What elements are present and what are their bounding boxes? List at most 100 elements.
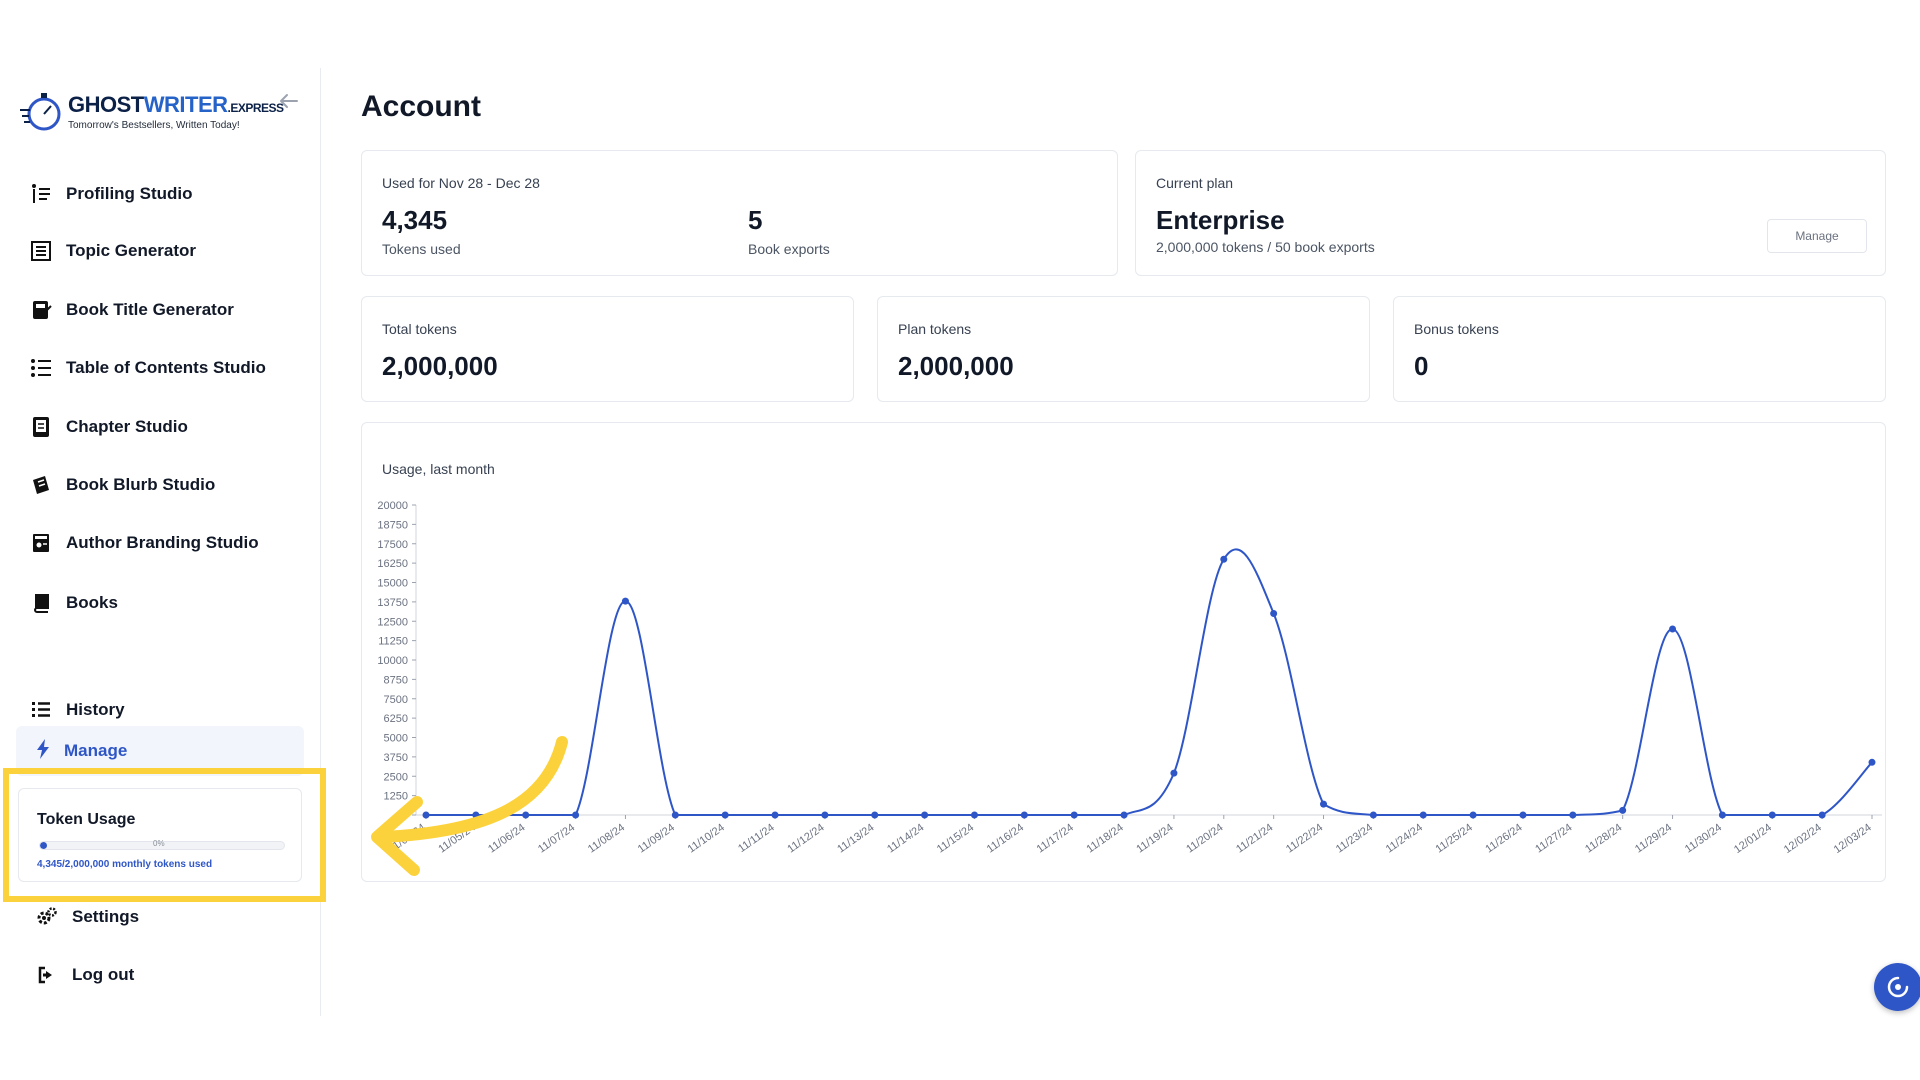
bonus-tokens-value: 0 [1414, 351, 1429, 381]
usage-data-point [1519, 811, 1527, 819]
sidebar-item-settings[interactable]: Settings [34, 897, 139, 937]
plan-tokens-value: 2,000,000 [898, 351, 1014, 381]
logout-icon [34, 962, 60, 988]
tokens-used-label: Tokens used [382, 241, 461, 257]
x-tick-label: 11/18/24 [1084, 822, 1125, 856]
x-tick-label: 11/13/24 [835, 822, 876, 856]
brand-logo[interactable]: GHOSTWRITER.EXPRESS Tomorrow's Bestselle… [20, 88, 284, 138]
usage-data-point [1818, 811, 1826, 819]
list-icon [28, 697, 54, 723]
brand-tagline: Tomorrow's Bestsellers, Written Today! [68, 120, 240, 131]
annotation-highlight-box [3, 768, 326, 902]
usage-data-point [1718, 811, 1726, 819]
tokens-used-value: 4,345 [382, 205, 448, 235]
total-tokens-label: Total tokens [382, 321, 457, 337]
x-tick-label: 11/14/24 [885, 822, 926, 856]
sidebar-item-author-branding-studio[interactable]: Author Branding Studio [28, 523, 259, 563]
manage-plan-button[interactable]: Manage [1767, 219, 1867, 253]
usage-data-point [771, 811, 779, 819]
usage-data-point [1369, 811, 1377, 819]
x-tick-label: 11/08/24 [586, 822, 627, 856]
sidebar-item-book-title-generator[interactable]: Book Title Generator [28, 290, 234, 330]
total-tokens-value: 2,000,000 [382, 351, 498, 381]
arrow-left-icon [280, 94, 298, 108]
y-tick-label: 7500 [384, 694, 408, 706]
y-tick-label: 8750 [384, 674, 408, 686]
usage-data-point [621, 597, 629, 605]
book-icon [28, 590, 54, 616]
sidebar-item-label: Topic Generator [66, 241, 197, 260]
sidebar-item-label: Author Branding Studio [66, 533, 259, 552]
usage-data-point [1669, 625, 1677, 633]
sidebar-item-table-of-contents-studio[interactable]: Table of Contents Studio [28, 348, 266, 388]
y-tick-label: 20000 [377, 500, 408, 512]
y-tick-label: 10000 [377, 655, 408, 667]
x-tick-label: 11/26/24 [1483, 822, 1524, 856]
sidebar-item-label: Books [66, 593, 118, 612]
x-tick-label: 11/22/24 [1284, 822, 1325, 856]
x-tick-label: 11/29/24 [1633, 822, 1674, 856]
y-tick-label: 11250 [378, 636, 408, 648]
y-tick-label: 15000 [377, 578, 408, 590]
sidebar-item-label: Book Title Generator [66, 300, 234, 319]
branding-icon [28, 530, 54, 556]
y-tick-label: 18750 [377, 519, 408, 531]
collapse-sidebar-button[interactable] [276, 88, 302, 114]
sidebar-item-label: Table of Contents Studio [66, 358, 266, 377]
x-tick-label: 11/28/24 [1583, 822, 1624, 856]
sidebar-item-logout[interactable]: Log out [34, 955, 134, 995]
y-tick-label: 6250 [384, 713, 408, 725]
sidebar-item-label: Book Blurb Studio [66, 475, 216, 494]
x-tick-label: 12/02/24 [1782, 822, 1824, 856]
plan-tokens-card: Plan tokens 2,000,000 [877, 296, 1370, 402]
chat-support-button[interactable] [1874, 963, 1920, 1011]
x-tick-label: 11/15/24 [935, 822, 976, 856]
chat-icon [1887, 976, 1909, 998]
sidebar-item-books[interactable]: Books [28, 583, 118, 623]
x-tick-label: 11/11/24 [736, 822, 777, 855]
usage-data-point [721, 811, 729, 819]
x-tick-label: 11/20/24 [1184, 822, 1225, 856]
chapter-icon [28, 414, 54, 440]
usage-series-line [426, 548, 1873, 816]
brand-name: GHOSTWRITER.EXPRESS [68, 92, 284, 117]
sidebar-item-label: History [66, 700, 125, 719]
plan-detail: 2,000,000 tokens / 50 book exports [1156, 239, 1375, 255]
usage-line-chart: 0125025003750500062507500875010000112501… [377, 500, 1882, 856]
usage-data-point [821, 811, 829, 819]
book-exports-label: Book exports [748, 241, 830, 257]
x-tick-label: 11/25/24 [1434, 822, 1475, 856]
sidebar-item-history[interactable]: History [28, 690, 125, 730]
x-tick-label: 11/12/24 [785, 822, 826, 856]
x-tick-label: 11/23/24 [1334, 822, 1375, 856]
x-tick-label: 12/01/24 [1732, 822, 1774, 856]
sidebar-item-profiling-studio[interactable]: Profiling Studio [28, 174, 193, 214]
usage-chart-card: Usage, last month 0 1250 2500 3750 5000 6250 7… [361, 422, 1886, 882]
usage-data-point [671, 811, 679, 819]
plan-card: Current plan Enterprise 2,000,000 tokens… [1135, 150, 1886, 276]
usage-data-point [1070, 811, 1078, 819]
usage-data-point [921, 811, 929, 819]
x-tick-label: 12/03/24 [1832, 822, 1874, 856]
usage-data-point [1868, 758, 1876, 766]
current-plan-label: Current plan [1156, 175, 1234, 191]
sidebar-item-label: Chapter Studio [66, 417, 188, 436]
usage-data-point [1170, 769, 1178, 777]
bonus-tokens-card: Bonus tokens 0 [1393, 296, 1886, 402]
sidebar-item-topic-generator[interactable]: Topic Generator [28, 231, 196, 271]
usage-data-point [1120, 811, 1128, 819]
profiling-icon [28, 181, 54, 207]
y-tick-label: 13750 [377, 597, 408, 609]
sidebar-item-book-blurb-studio[interactable]: Book Blurb Studio [28, 465, 215, 505]
stopwatch-logo-icon [20, 93, 61, 131]
total-tokens-card: Total tokens 2,000,000 [361, 296, 854, 402]
toc-icon [28, 355, 54, 381]
x-tick-label: 11/17/24 [1035, 822, 1076, 856]
plan-name: Enterprise [1156, 205, 1285, 235]
usage-data-point [1220, 555, 1228, 563]
x-tick-label: 11/27/24 [1533, 822, 1574, 856]
page-title: Account [361, 90, 481, 123]
sidebar-item-chapter-studio[interactable]: Chapter Studio [28, 407, 188, 447]
usage-data-point [1768, 811, 1776, 819]
topic-icon [28, 238, 54, 264]
